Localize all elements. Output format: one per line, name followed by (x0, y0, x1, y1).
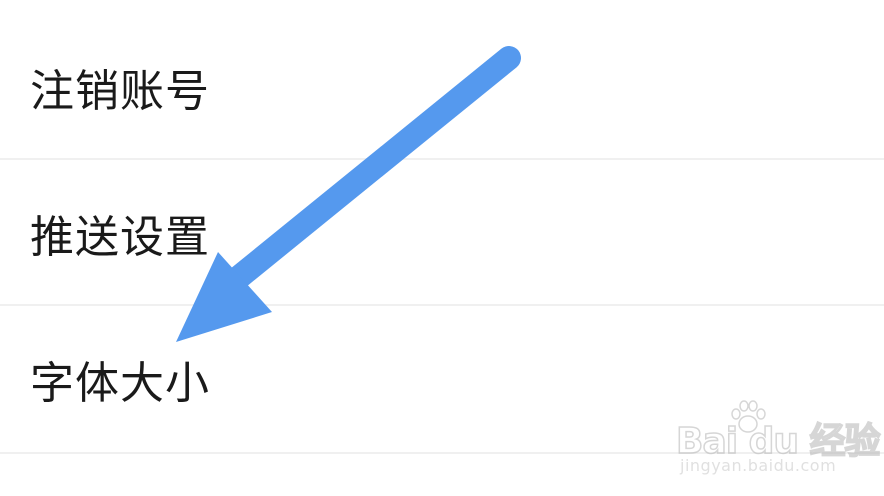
settings-item-label: 字体大小 (30, 358, 210, 409)
settings-item-label: 推送设置 (30, 212, 210, 263)
settings-item-label: 注销账号 (30, 66, 210, 117)
settings-item-push-settings[interactable]: 推送设置 (0, 160, 884, 306)
watermark: Bai du 经验 jingyan.baidu.com (675, 398, 881, 488)
settings-item-deregister-account[interactable]: 注销账号 (0, 12, 884, 158)
watermark-url: jingyan.baidu.com (680, 456, 837, 475)
